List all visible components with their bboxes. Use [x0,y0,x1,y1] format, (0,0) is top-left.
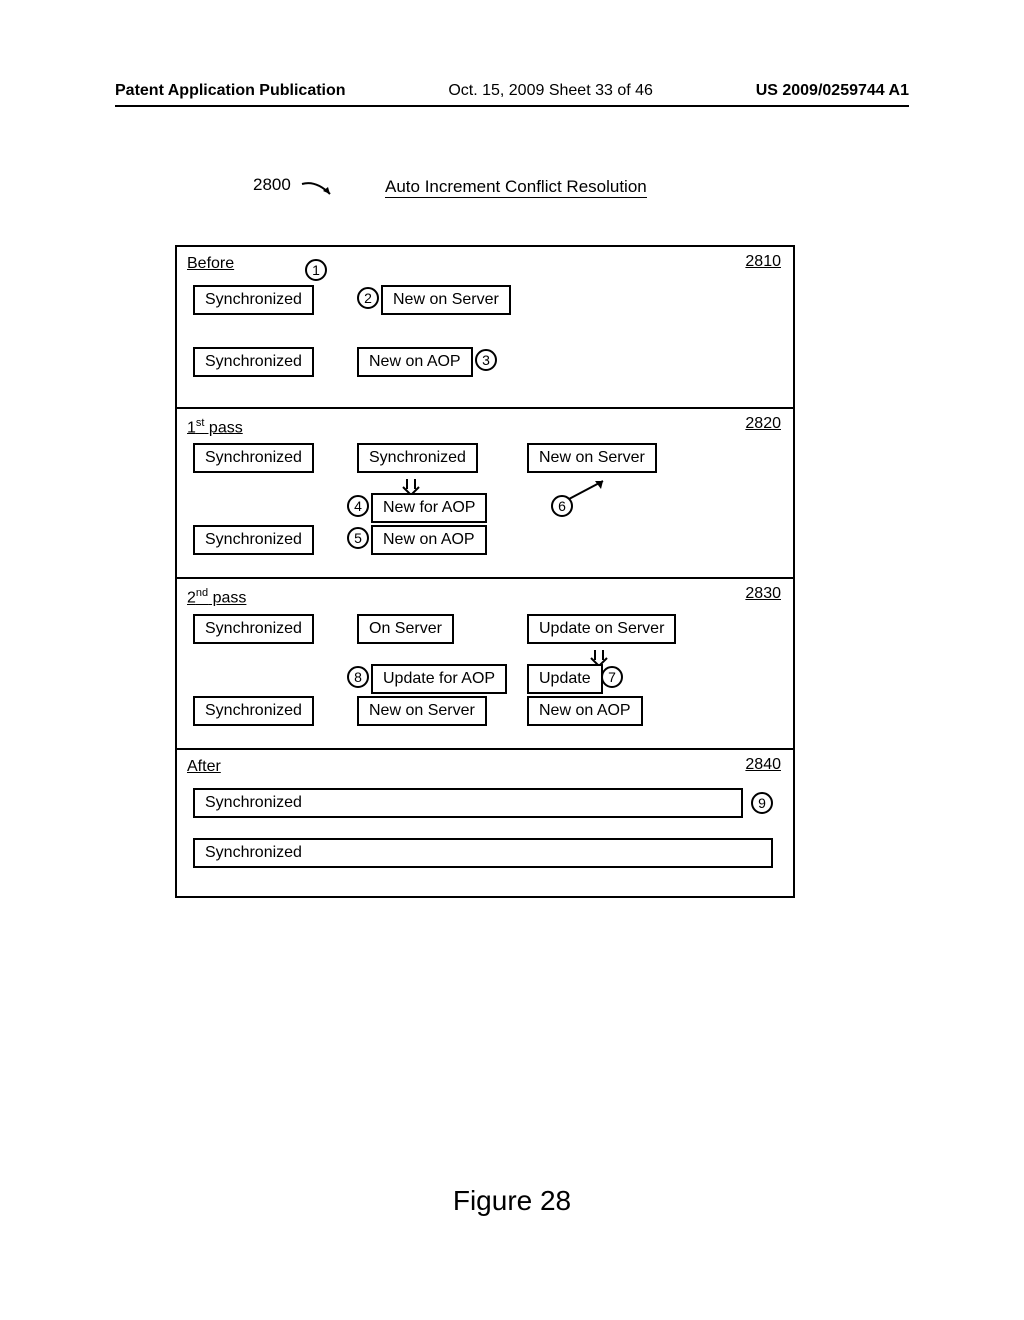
figure-title: Auto Increment Conflict Resolution [385,177,647,198]
box-before-r1c1: Synchronized [193,285,314,315]
ref-after: 2840 [745,756,781,774]
callout-7: 7 [601,666,623,688]
pass2-row1: Synchronized On Server Update on Server [187,614,783,654]
section-before: Before 2810 1 Synchronized 2 New on Serv… [177,247,793,407]
section-title-after: After [187,758,783,776]
box-p2-r1c2: On Server [357,614,454,644]
ref-before: 2810 [745,253,781,271]
section-pass1: 1st pass 2820 Synchronized Synchronized … [177,407,793,577]
box-p2-r1c3: Update on Server [527,614,676,644]
pass1-prefix: 1 [187,419,196,436]
box-before-r2c1: Synchronized [193,347,314,377]
callout-2: 2 [357,287,379,309]
callout-3: 3 [475,349,497,371]
pass1-row1: Synchronized Synchronized New on Server [187,443,783,483]
figure-number: 2800 [253,175,291,195]
box-p2-r2c2: New on Server [357,696,487,726]
pass1-suffix: pass [204,419,242,436]
pass2-suffix: pass [208,590,246,607]
pass1-row2: Synchronized 5 New on AOP [187,525,783,561]
leader-arrow-icon [300,178,340,203]
callout-5: 5 [347,527,369,549]
box-p2-mid-c2: Update for AOP [371,664,507,694]
callout-9: 9 [751,792,773,814]
section-pass2: 2nd pass 2830 Synchronized On Server Upd… [177,577,793,747]
pass1-mid: 4 New for AOP 6 [187,483,783,525]
section-title-pass1: 1st pass [187,417,783,437]
page-header: Patent Application Publication Oct. 15, … [115,82,909,100]
before-row2: Synchronized New on AOP 3 [187,341,783,391]
box-p1-r1c1: Synchronized [193,443,314,473]
box-after-r2: Synchronized [193,838,773,868]
callout-1: 1 [305,259,327,281]
box-p1-r2c2: New on AOP [371,525,487,555]
after-row1: Synchronized 9 [187,782,783,832]
callout-8: 8 [347,666,369,688]
box-p2-r1c1: Synchronized [193,614,314,644]
section-title-pass2: 2nd pass [187,587,783,607]
box-p1-r2c1: Synchronized [193,525,314,555]
pass2-sup: nd [196,587,208,599]
leader-6-arrow-icon [565,477,615,505]
ref-pass2: 2830 [745,585,781,603]
box-p1-r1c3: New on Server [527,443,657,473]
pass2-prefix: 2 [187,590,196,607]
box-p2-r2c3: New on AOP [527,696,643,726]
header-rule [115,105,909,107]
header-left: Patent Application Publication [115,82,346,100]
pass2-row2: Synchronized New on Server New on AOP [187,696,783,732]
diagram-container: Before 2810 1 Synchronized 2 New on Serv… [175,245,795,898]
figure-caption: Figure 28 [0,1185,1024,1217]
box-p2-r2c1: Synchronized [193,696,314,726]
box-p2-mid-c3: Update [527,664,603,694]
box-p1-r1c2: Synchronized [357,443,478,473]
box-p1-mid-c2: New for AOP [371,493,487,523]
before-row1: 1 Synchronized 2 New on Server [187,279,783,341]
box-before-r1c2: New on Server [381,285,511,315]
callout-4: 4 [347,495,369,517]
header-center: Oct. 15, 2009 Sheet 33 of 46 [448,82,653,100]
box-after-r1: Synchronized [193,788,743,818]
section-after: After 2840 Synchronized 9 Synchronized [177,748,793,896]
after-row2: Synchronized [187,832,783,876]
pass2-mid: 8 Update for AOP Update 7 [187,654,783,696]
box-before-r2c2: New on AOP [357,347,473,377]
ref-pass1: 2820 [745,415,781,433]
section-title-before: Before [187,255,783,273]
header-right: US 2009/0259744 A1 [756,82,909,100]
